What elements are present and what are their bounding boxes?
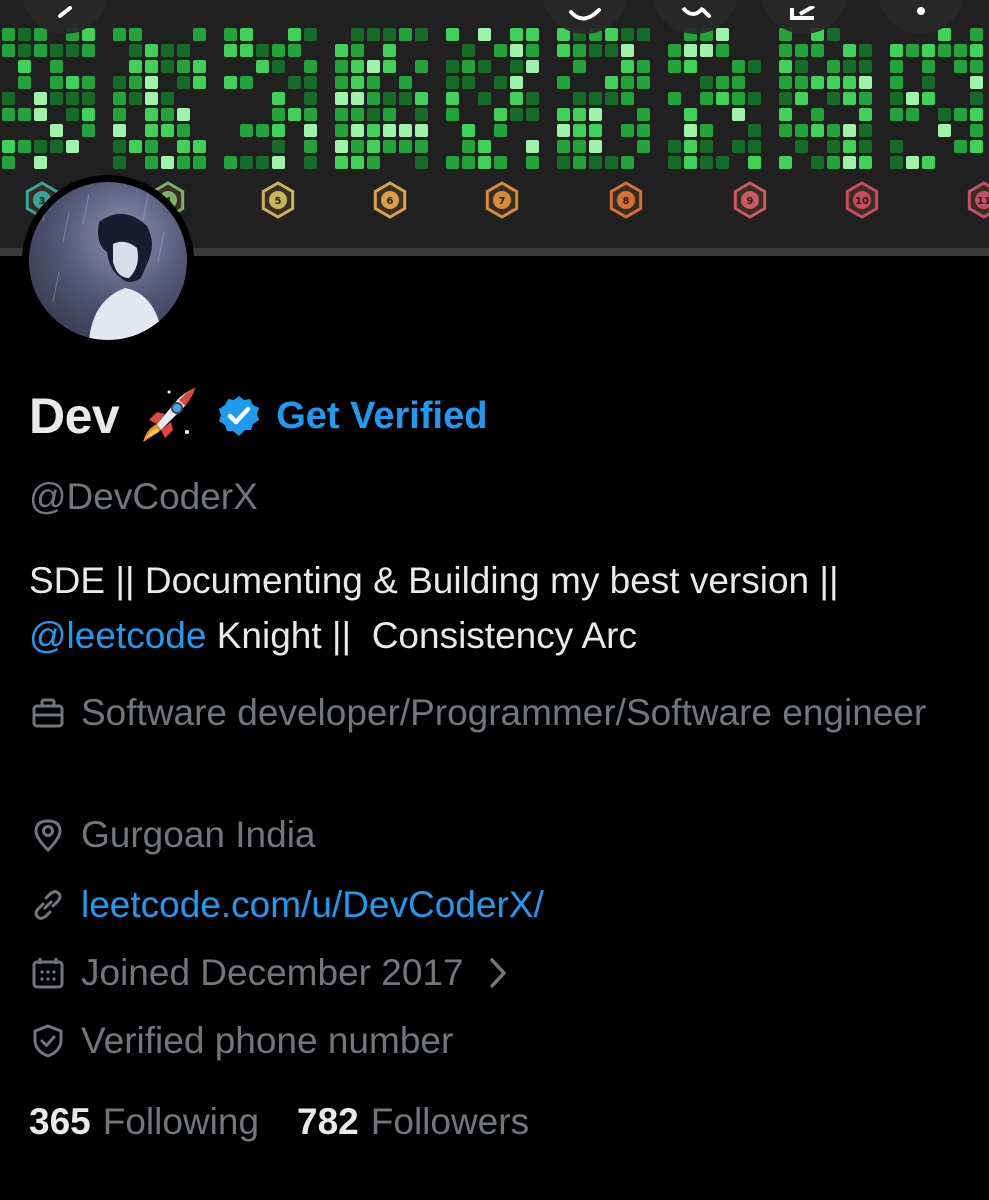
joined-row[interactable]: Joined December 2017 (29, 946, 512, 1000)
location-row: Gurgoan India (29, 808, 316, 862)
badge-label: 6 (387, 196, 394, 207)
badge-label: 9 (747, 196, 754, 207)
badge-icon: 8 (609, 181, 643, 219)
badge-icon: 10 (845, 181, 879, 219)
rocket-icon (135, 384, 199, 448)
profession-row: Software developer/Programmer/Software e… (29, 686, 949, 740)
more-options-icon (917, 7, 925, 15)
following-label: Following (102, 1101, 260, 1142)
name-row: Dev Get Verified (29, 384, 487, 448)
following-count: 365 (29, 1101, 91, 1142)
sync-icon (569, 8, 601, 21)
display-name: Dev (29, 388, 120, 444)
calendar-icon (32, 958, 64, 989)
badge-icon: 11 (967, 181, 989, 219)
verification-text: Verified phone number (81, 1020, 454, 1061)
shield-check-icon (33, 1024, 63, 1058)
badge-label: 10 (855, 196, 869, 207)
badge-icon: 5 (261, 181, 295, 219)
joined-text: Joined December 2017 (81, 952, 464, 993)
followers-count: 782 (297, 1101, 359, 1142)
edit-icon (790, 6, 815, 20)
follow-stats: 365 Following 782 Followers (29, 1094, 567, 1150)
location-pin-icon (34, 819, 62, 853)
user-handle: @DevCoderX (29, 476, 258, 517)
badge-label: 7 (499, 196, 506, 207)
location-text: Gurgoan India (81, 814, 316, 855)
following-stat[interactable]: 365 Following (29, 1094, 259, 1150)
verification-row: Verified phone number (29, 1014, 453, 1068)
badge-label: 5 (275, 196, 282, 207)
get-verified-link[interactable]: Get Verified (276, 395, 487, 438)
badge-label: 8 (623, 196, 630, 207)
badge-icon: 9 (733, 181, 767, 219)
website-row: leetcode.com/u/DevCoderX/ (29, 878, 544, 932)
avatar[interactable] (22, 175, 194, 347)
briefcase-icon (32, 698, 64, 728)
badge-icon: 6 (373, 181, 407, 219)
link-icon (34, 890, 62, 920)
bio-line-2: Knight || Consistency Arc (206, 615, 637, 656)
search-icon (681, 6, 711, 18)
badge-label: 11 (977, 196, 989, 207)
bio-mention-link[interactable]: @leetcode (29, 615, 206, 656)
website-link[interactable]: leetcode.com/u/DevCoderX/ (81, 878, 544, 932)
followers-stat[interactable]: 782 Followers (297, 1094, 529, 1150)
badge-icon: 7 (485, 181, 519, 219)
bio: SDE || Documenting & Building my best ve… (29, 553, 969, 663)
chevron-right-icon (489, 958, 506, 988)
avatar-image (29, 182, 187, 340)
bio-line-1: SDE || Documenting & Building my best ve… (29, 560, 839, 601)
verified-badge-icon[interactable] (217, 394, 261, 438)
profession-text: Software developer/Programmer/Software e… (81, 692, 927, 733)
followers-label: Followers (370, 1101, 530, 1142)
back-arrow-icon (58, 6, 72, 18)
